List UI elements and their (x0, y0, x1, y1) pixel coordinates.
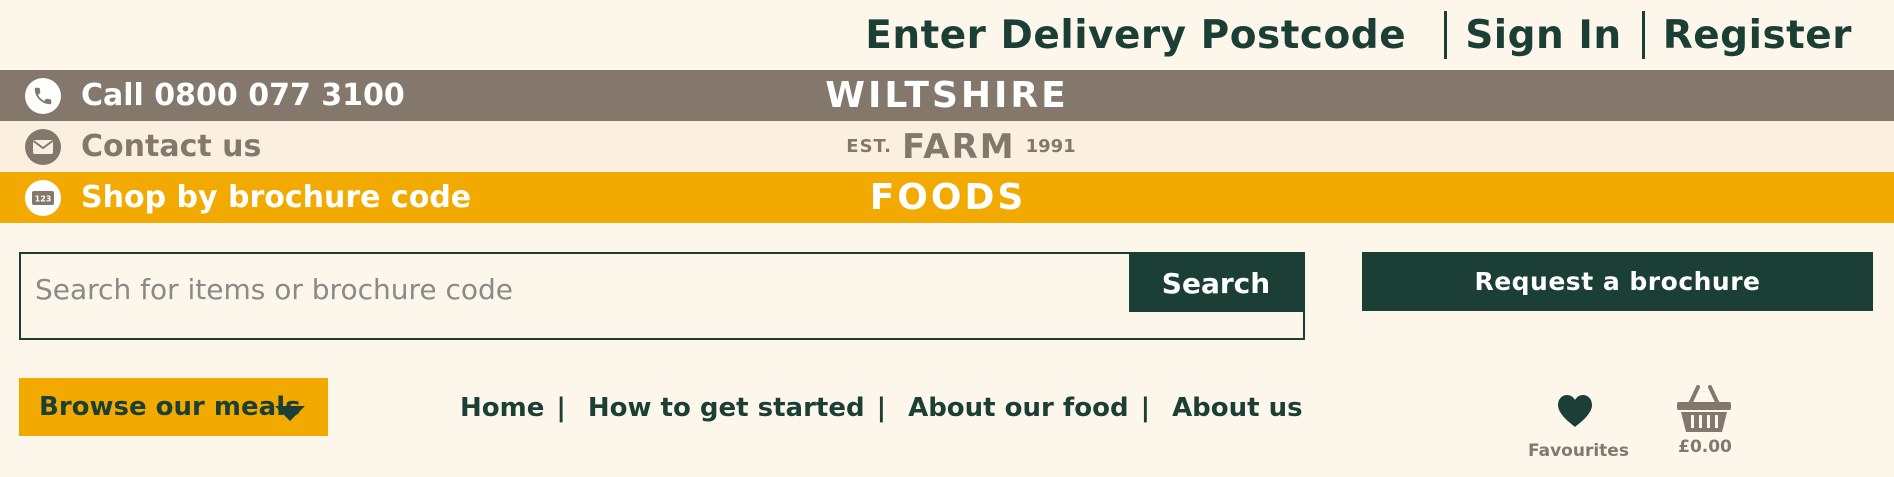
nav-about-us[interactable]: About us (1172, 393, 1303, 423)
divider (1444, 11, 1448, 59)
logo-year: 1991 (1025, 136, 1076, 157)
request-brochure-button[interactable]: Request a brochure (1362, 252, 1873, 311)
divider (1641, 11, 1645, 59)
sign-in-link[interactable]: Sign In (1465, 13, 1622, 58)
basket-icon (1677, 385, 1731, 432)
heart-icon (1558, 395, 1592, 427)
nav-separator: | (556, 393, 566, 423)
search-form: Search (19, 252, 1305, 340)
browse-our-meals-button[interactable]: Browse our meals (19, 378, 328, 436)
browse-label: Browse our meals (39, 392, 301, 422)
chevron-down-icon (275, 406, 305, 421)
enter-delivery-postcode-link[interactable]: Enter Delivery Postcode (865, 13, 1406, 58)
nav-home[interactable]: Home (460, 393, 544, 423)
basket-link[interactable]: £0.00 (1672, 384, 1738, 460)
register-link[interactable]: Register (1663, 13, 1852, 58)
account-links: Enter Delivery Postcode Sign In Register (865, 10, 1852, 60)
main-nav: Home | How to get started | About our fo… (460, 388, 1303, 428)
nav-separator: | (1140, 393, 1151, 423)
search-button[interactable]: Search (1129, 254, 1303, 312)
favourites-label: Favourites (1528, 441, 1629, 461)
nav-how-to-get-started[interactable]: How to get started (588, 393, 865, 423)
logo-est: EST. (846, 136, 892, 157)
logo-farm[interactable]: EST. FARM 1991 (0, 121, 1894, 172)
logo-farm-word: FARM (901, 126, 1016, 167)
basket-total: £0.00 (1678, 437, 1732, 457)
search-input[interactable] (35, 268, 1125, 310)
nav-about-our-food[interactable]: About our food (908, 393, 1128, 423)
nav-separator: | (876, 393, 887, 423)
favourites-link[interactable]: Favourites (1528, 394, 1629, 464)
logo-wiltshire[interactable]: WILTSHIRE (0, 70, 1894, 121)
logo-foods[interactable]: FOODS (0, 172, 1894, 223)
